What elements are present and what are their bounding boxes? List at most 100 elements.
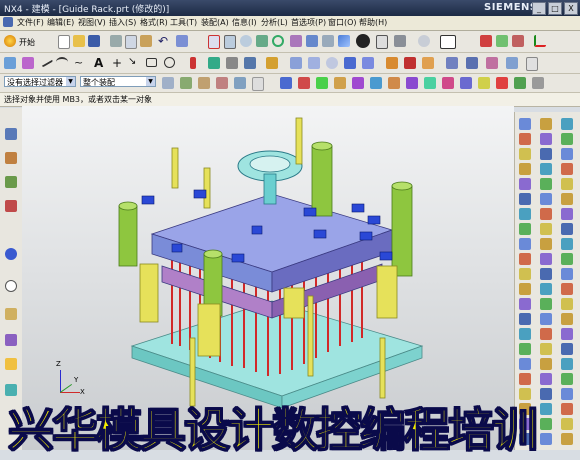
surface-tool-icon[interactable] (540, 283, 552, 295)
boss-icon[interactable] (344, 57, 356, 69)
plus-icon[interactable]: + (112, 56, 124, 70)
assembly-navigator-icon[interactable] (5, 128, 17, 140)
shell-icon[interactable] (422, 57, 434, 69)
snap-grid-icon[interactable] (460, 77, 472, 89)
wcs-icon[interactable] (534, 35, 546, 47)
feature-tool-icon[interactable] (519, 148, 531, 160)
snap-clear-icon[interactable] (496, 77, 508, 89)
refresh-icon[interactable] (306, 35, 318, 47)
datum-tool-icon[interactable] (540, 358, 552, 370)
trim-tool-icon[interactable] (540, 208, 552, 220)
open-icon[interactable] (73, 35, 85, 47)
menu-assembly[interactable]: 装配(A) (201, 17, 229, 28)
start-icon[interactable] (4, 35, 16, 47)
sketch-tool-icon[interactable] (519, 118, 531, 130)
sweep-tool-icon[interactable] (519, 328, 531, 340)
analysis-tool-icon[interactable] (561, 163, 573, 175)
sweep-tool-icon[interactable] (540, 193, 552, 205)
snap-curve-icon[interactable] (406, 77, 418, 89)
menu-edit[interactable]: 编辑(E) (47, 17, 74, 28)
fit-icon[interactable] (208, 35, 220, 49)
subtract-icon[interactable] (526, 57, 538, 71)
body-selection-icon[interactable] (216, 77, 228, 89)
sweep-tool-icon[interactable] (561, 178, 573, 190)
snap-reset-icon[interactable] (532, 77, 544, 89)
selection-scope-dropdown[interactable]: 整个装配 ▼ (80, 76, 156, 87)
background-icon[interactable] (440, 35, 456, 49)
face-selection-icon[interactable] (198, 77, 210, 89)
sweep-tool-icon[interactable] (519, 208, 531, 220)
curve-selection-icon[interactable] (234, 77, 246, 89)
datum-tool-icon[interactable] (519, 253, 531, 265)
blend-tool-icon[interactable] (561, 373, 573, 385)
mirror-icon[interactable] (486, 57, 498, 69)
chamfer-icon[interactable] (404, 57, 416, 69)
line-icon[interactable] (38, 54, 54, 68)
maximize-button[interactable]: □ (548, 2, 562, 15)
rectangle-icon[interactable] (146, 58, 157, 67)
render-style-icon[interactable] (356, 34, 370, 48)
cut-icon[interactable] (110, 35, 122, 47)
locating-ring-hole[interactable] (249, 155, 291, 173)
undo-icon[interactable]: ↶ (158, 35, 170, 47)
blend-tool-icon[interactable] (561, 253, 573, 265)
spline-icon[interactable]: ~ (74, 57, 86, 69)
unite-icon[interactable] (506, 57, 518, 69)
feature-tool-icon[interactable] (540, 373, 552, 385)
trim-tool-icon[interactable] (519, 223, 531, 235)
analysis-tool-icon[interactable] (540, 298, 552, 310)
sketch-tool-icon[interactable] (561, 328, 573, 340)
start-button[interactable]: 开始 (19, 37, 35, 48)
copy-icon[interactable] (125, 35, 137, 49)
extrude-icon[interactable] (290, 57, 302, 69)
trim-tool-icon[interactable] (561, 313, 573, 325)
part-navigator-icon[interactable] (5, 176, 17, 188)
arrow-icon[interactable]: ↘ (128, 56, 140, 68)
datum-tool-icon[interactable] (519, 133, 531, 145)
pad-icon[interactable] (362, 57, 374, 69)
constraint-icon[interactable] (266, 57, 278, 69)
general-selection-icon[interactable] (162, 77, 174, 89)
new-file-icon[interactable] (58, 35, 70, 49)
constraint-navigator-icon[interactable] (5, 152, 17, 164)
trim-tool-icon[interactable] (540, 328, 552, 340)
minimize-button[interactable]: _ (532, 2, 546, 15)
feature-tool-icon[interactable] (540, 133, 552, 145)
snap-quadrant-icon[interactable] (370, 77, 382, 89)
draft-icon[interactable] (446, 57, 458, 69)
save-icon[interactable] (88, 35, 100, 47)
feature-tool-icon[interactable] (561, 358, 573, 370)
sketch-tool-icon[interactable] (519, 358, 531, 370)
history-icon[interactable] (5, 280, 17, 292)
surface-tool-icon[interactable] (519, 298, 531, 310)
menu-insert[interactable]: 插入(S) (109, 17, 136, 28)
fillet-icon[interactable] (190, 57, 196, 69)
paste-icon[interactable] (140, 35, 152, 47)
blend-tool-icon[interactable] (519, 283, 531, 295)
rotate-icon[interactable] (272, 35, 284, 47)
feature-selection-icon[interactable] (180, 77, 192, 89)
sketch-tool-icon[interactable] (540, 223, 552, 235)
feature-tool-icon[interactable] (561, 238, 573, 250)
analysis-tool-icon[interactable] (519, 193, 531, 205)
analysis-tool-icon[interactable] (519, 313, 531, 325)
chevron-down-icon[interactable]: ▼ (146, 77, 155, 86)
edge-selection-icon[interactable] (252, 77, 264, 91)
datum-tool-icon[interactable] (561, 223, 573, 235)
menu-help[interactable]: 帮助(H) (359, 17, 387, 28)
system-materials-icon[interactable] (5, 308, 17, 320)
sweep-tool-icon[interactable] (561, 298, 573, 310)
hide-icon[interactable] (480, 35, 492, 47)
cube-view-icon[interactable] (338, 35, 350, 47)
feature-tool-icon[interactable] (540, 253, 552, 265)
snap-endpoint-icon[interactable] (280, 77, 292, 89)
extend-icon[interactable] (226, 57, 238, 69)
process-studio-icon[interactable] (5, 334, 17, 346)
repeat-icon[interactable] (176, 35, 188, 47)
roles-icon[interactable] (5, 358, 17, 370)
snap-quick-icon[interactable] (478, 77, 490, 89)
zoom-icon[interactable] (224, 35, 236, 49)
text-icon[interactable]: A (94, 56, 106, 70)
snap-anchor-icon[interactable] (514, 77, 526, 89)
snap-tangent-icon[interactable] (442, 77, 454, 89)
